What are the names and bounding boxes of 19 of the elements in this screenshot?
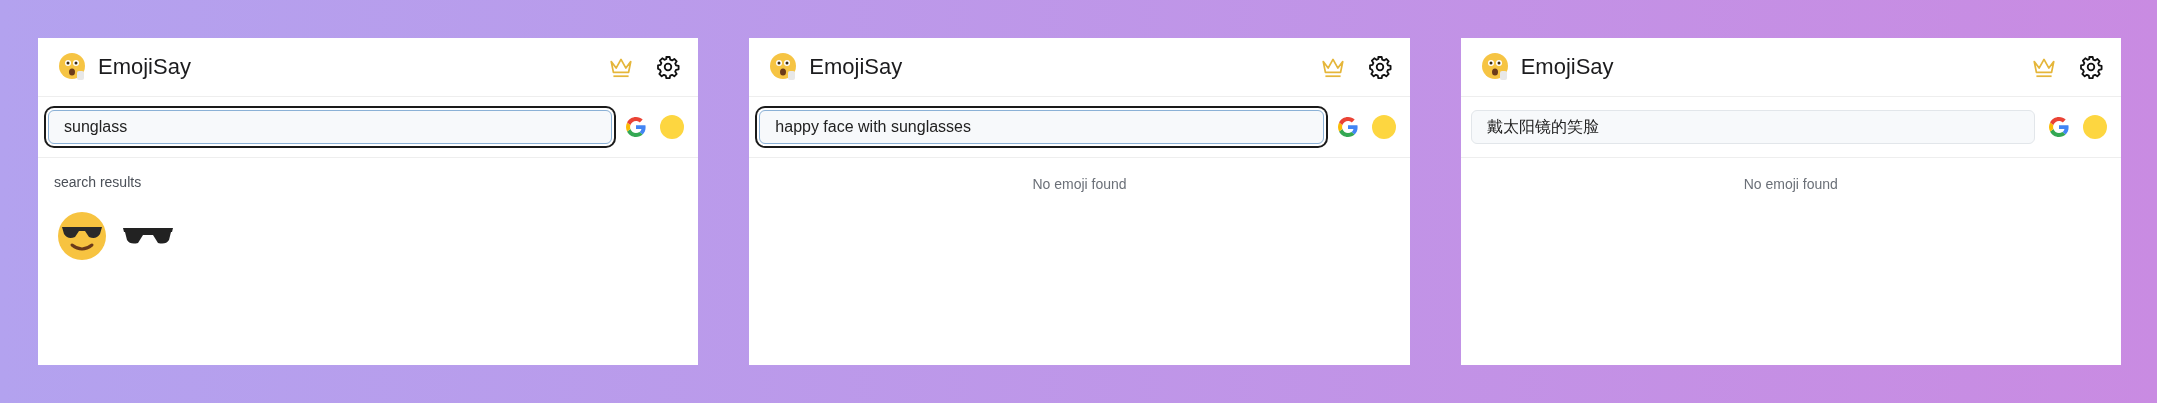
settings-icon[interactable] [1367, 55, 1392, 79]
sunglasses-icon[interactable] [122, 225, 174, 247]
app-title: EmojiSay [809, 54, 903, 80]
shocked-face-icon [1480, 52, 1511, 82]
search-field[interactable]: 戴太阳镜的笑脸 [1470, 110, 2035, 144]
cool-face-icon[interactable] [56, 210, 108, 262]
shocked-face-icon [58, 52, 88, 82]
search-field[interactable]: happy face with sunglasses [759, 110, 1324, 144]
search-field[interactable]: sunglass [48, 110, 613, 144]
settings-icon[interactable] [2079, 55, 2103, 79]
empty-message: No emoji found [1742, 175, 1839, 192]
results-heading: search results [53, 173, 143, 190]
app-title: EmojiSay [98, 54, 191, 80]
g-logo-icon[interactable] [624, 115, 649, 139]
settings-icon[interactable] [656, 55, 681, 79]
g-logo-icon[interactable] [1335, 115, 1360, 139]
g-logo-icon[interactable] [2047, 115, 2071, 139]
app-title: EmojiSay [1520, 54, 1614, 80]
empty-message: No emoji found [1031, 175, 1128, 192]
